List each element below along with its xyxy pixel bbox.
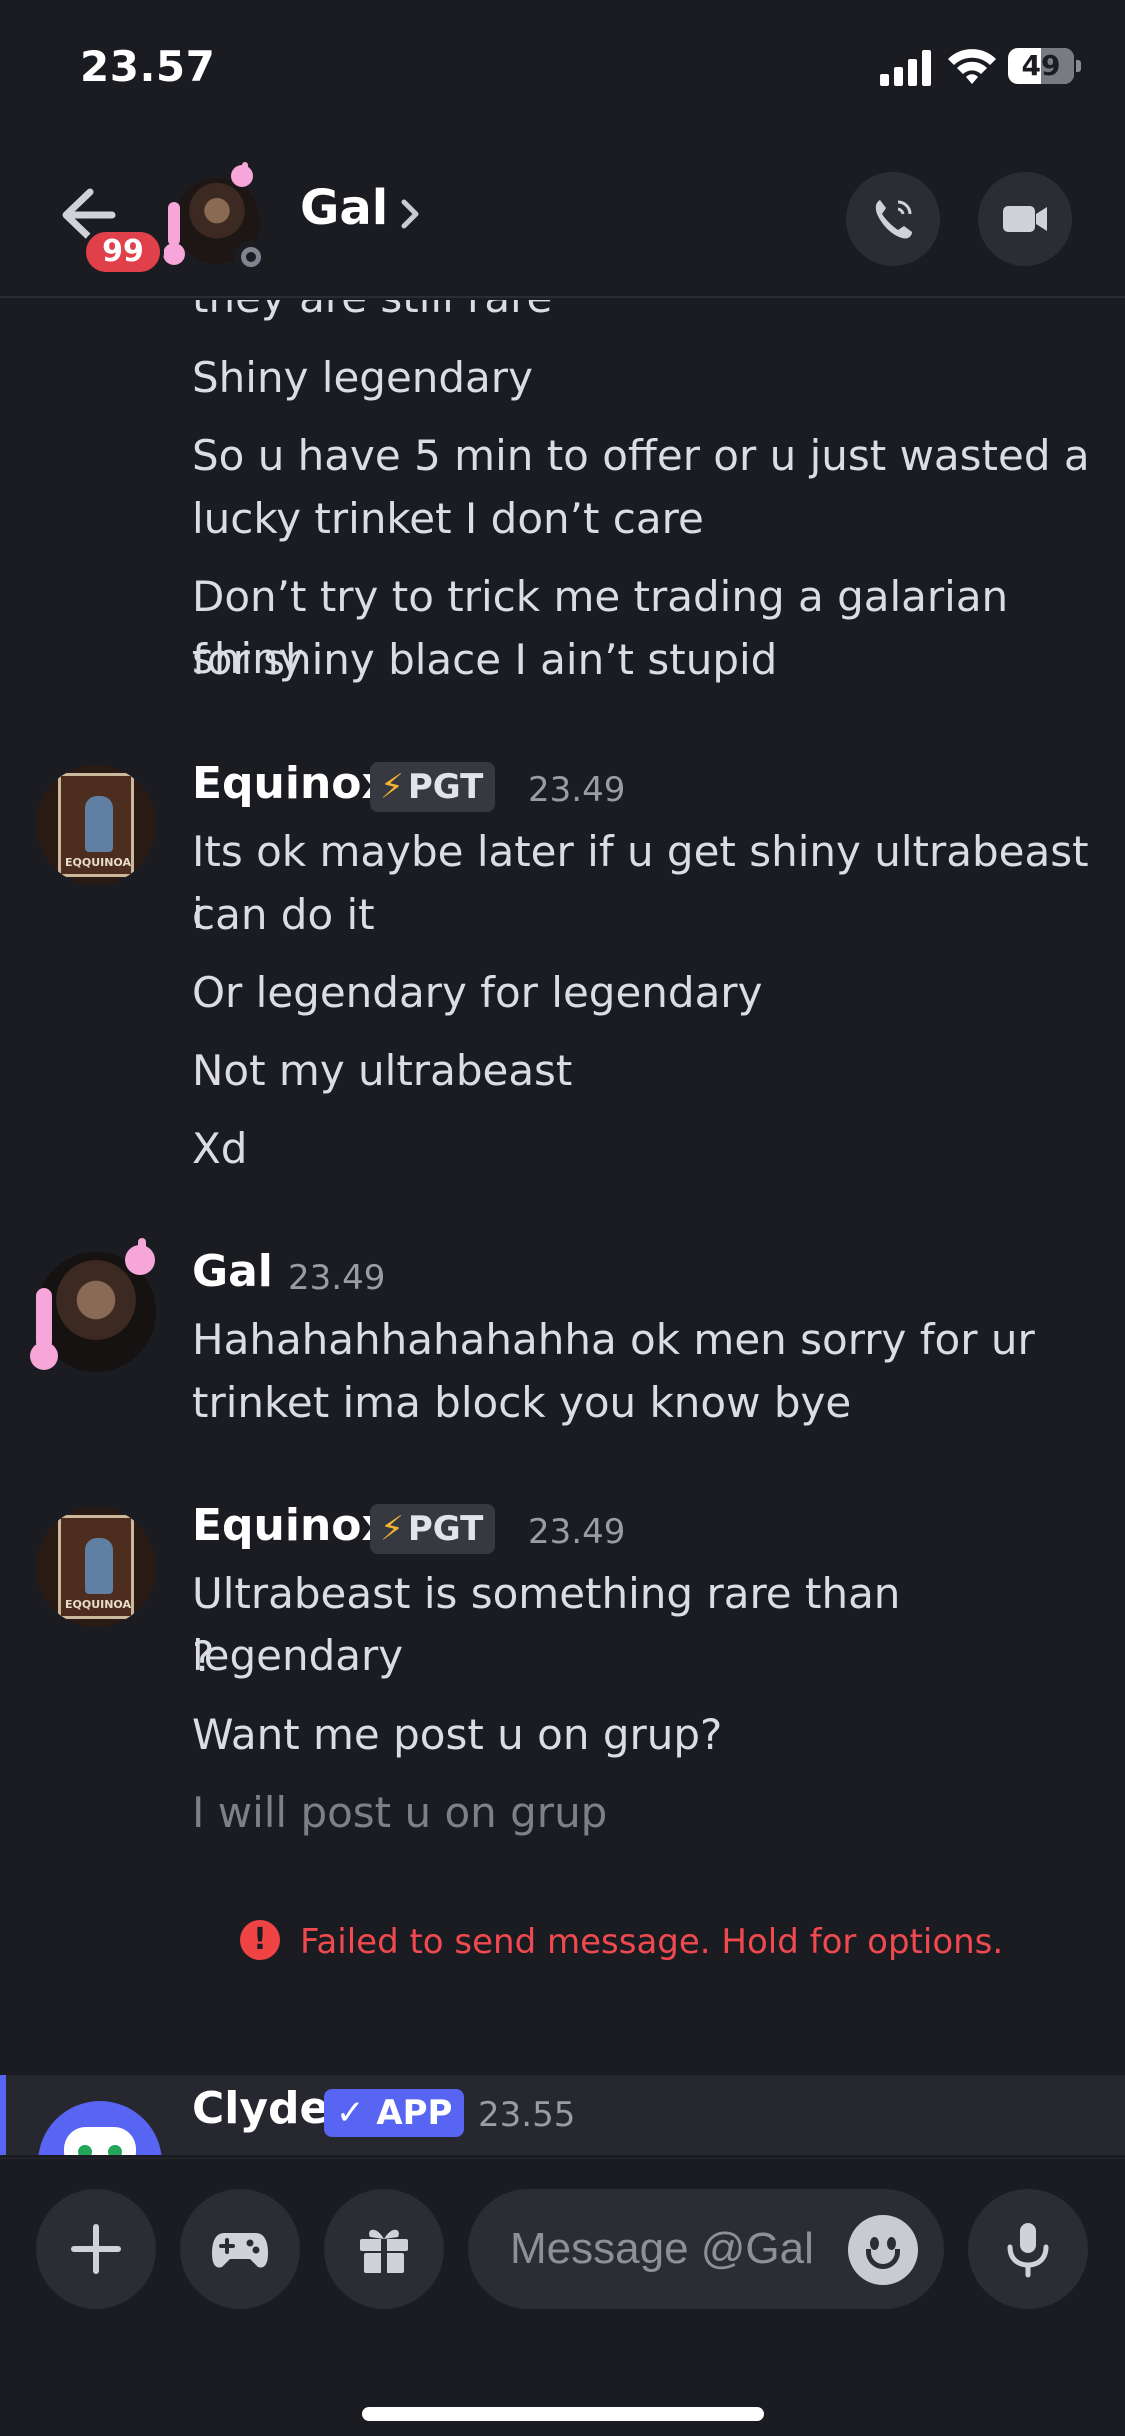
unread-badge: 99 — [82, 228, 164, 276]
message-text[interactable]: can do it — [192, 884, 1092, 946]
page-title[interactable]: Gal — [300, 180, 388, 236]
channel-header: 99 Gal — [0, 150, 1125, 298]
wifi-icon — [948, 49, 996, 84]
message-text[interactable]: Shiny legendary — [192, 347, 1092, 409]
error-icon: ! — [240, 1920, 280, 1960]
message-author[interactable]: Equinox — [192, 1500, 390, 1551]
message-text[interactable]: Hahahahhahahahha ok men sorry for ur — [192, 1309, 1092, 1371]
voice-message-button[interactable] — [968, 2189, 1088, 2309]
message-composer — [0, 2158, 1125, 2436]
message-author[interactable]: Equinox — [192, 758, 390, 809]
message-text[interactable]: trinket ima block you know bye — [192, 1372, 1092, 1434]
status-time: 23.57 — [80, 42, 216, 91]
message-timestamp: 23.55 — [478, 2095, 576, 2135]
server-tag-label: PGT — [407, 767, 484, 807]
message-text[interactable]: Not my ultrabeast — [192, 1040, 1092, 1102]
message-text[interactable]: Want me post u on grup? — [192, 1704, 1092, 1766]
gamepad-icon — [212, 2233, 268, 2268]
lightning-icon: ⚡ — [380, 1509, 404, 1549]
chevron-right-icon[interactable] — [396, 194, 424, 234]
server-tag-label: PGT — [407, 1509, 484, 1549]
message-text[interactable]: ? — [192, 1626, 1092, 1688]
voice-call-button[interactable] — [846, 172, 940, 266]
message-timestamp: 23.49 — [528, 770, 626, 810]
avatar[interactable]: EQQUINOA — [36, 765, 156, 885]
microphone-icon — [1007, 2223, 1049, 2278]
message-text[interactable]: for shiny blace I ain’t stupid — [192, 629, 1092, 691]
emoji-button[interactable] — [848, 2215, 918, 2285]
clyde-message-row[interactable]: Clyde ✓ APP 23.55 — [0, 2075, 1125, 2155]
gift-button[interactable] — [324, 2189, 444, 2309]
plus-icon — [71, 2224, 121, 2274]
home-indicator[interactable] — [362, 2407, 764, 2421]
phone-icon — [875, 200, 912, 239]
video-call-button[interactable] — [978, 172, 1072, 266]
poster-label: EQQUINOA — [64, 1598, 132, 1611]
clyde-avatar[interactable] — [38, 2101, 162, 2155]
add-attachment-button[interactable] — [36, 2189, 156, 2309]
message-timestamp: 23.49 — [288, 1258, 386, 1298]
battery-indicator: 49 — [1008, 48, 1082, 84]
video-camera-icon — [1003, 206, 1047, 232]
message-timestamp: 23.49 — [528, 1512, 626, 1552]
battery-level: 49 — [1021, 49, 1061, 82]
bunny-decoration-icon — [30, 1238, 155, 1370]
status-bar: 23.57 49 — [0, 0, 1125, 140]
failed-message-text[interactable]: I will post u on grup — [192, 1782, 1092, 1844]
message-author[interactable]: Gal — [192, 1246, 273, 1297]
header-avatar[interactable] — [160, 162, 268, 274]
message-text[interactable]: they are still rare — [192, 300, 1092, 329]
message-text[interactable]: So u have 5 min to offer or u just waste… — [192, 425, 1092, 487]
message-text[interactable]: Or legendary for legendary — [192, 962, 1092, 1024]
avatar[interactable]: EQQUINOA — [36, 1507, 156, 1627]
server-tag[interactable]: ⚡ PGT — [370, 1504, 496, 1554]
activities-button[interactable] — [180, 2189, 300, 2309]
message-author[interactable]: Clyde — [192, 2083, 329, 2134]
lightning-icon: ⚡ — [380, 767, 404, 807]
server-tag[interactable]: ⚡ PGT — [370, 762, 496, 812]
send-error-text: Failed to send message. Hold for options… — [300, 1922, 1004, 1962]
cellular-signal-icon — [880, 50, 931, 86]
message-text[interactable]: lucky trinket I don’t care — [192, 488, 1092, 550]
app-badge: ✓ APP — [324, 2089, 465, 2137]
gift-icon — [360, 2229, 408, 2273]
status-dot — [234, 240, 268, 274]
message-text[interactable]: Xd — [192, 1118, 1092, 1180]
message-list[interactable]: they are still rare Shiny legendary So u… — [0, 300, 1125, 2155]
dm-screen: 23.57 49 99 Gal Shiny legendary So u hav… — [0, 0, 1125, 2436]
poster-label: EQQUINOA — [64, 856, 132, 869]
